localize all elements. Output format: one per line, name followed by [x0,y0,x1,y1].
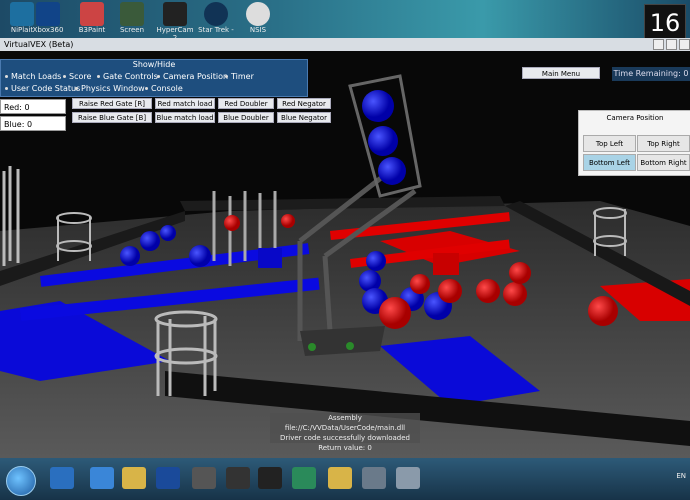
app-icon [163,2,187,26]
language-indicator[interactable]: EN [676,472,686,480]
option-label: Score [69,72,92,81]
option-label: Console [151,84,183,93]
camera-top-right-button[interactable]: Top Right [637,135,690,152]
option-label: Gate Controls [103,72,158,81]
main-menu-button[interactable]: Main Menu [522,67,600,79]
option-user-code-status[interactable]: User Code Status [5,84,80,93]
unity-icon[interactable] [258,467,282,489]
camera-position-title: Camera Position [606,114,664,122]
camera-bottom-right-button[interactable]: Bottom Right [637,154,690,171]
app-icon [246,2,270,26]
option-label: User Code Status [11,84,81,93]
desktop-clock: 16 [644,4,686,42]
red-negator-button[interactable]: Red Negator [277,98,331,109]
option-label: Match Loads [11,72,62,81]
option-label: Timer [231,72,254,81]
blue-match-load-button[interactable]: Blue match load [155,112,215,123]
desktop-icon-xbox[interactable]: Xbox360 [28,2,68,34]
start-button[interactable] [6,466,36,496]
desktop-icon-startrek[interactable]: Star Trek - [196,2,236,34]
desktop-icon-label: B3Paint [78,26,106,34]
desktop-icon-hypercam[interactable]: HyperCam 2 [155,2,195,42]
option-label: Physics Window [81,84,145,93]
desktop-icon-label: Star Trek - [198,26,234,34]
blue-score: Blue: 0 [0,116,66,131]
maxthon-icon[interactable] [90,467,114,489]
raise-red-gate-button[interactable]: Raise Red Gate [R] [72,98,152,109]
close-icon[interactable] [679,39,690,50]
desktop-icon-label: Screen [119,26,145,34]
red-match-load-button[interactable]: Red match load [155,98,215,109]
minimize-icon[interactable] [653,39,664,50]
console-line: Assembly file://C:/VVData/UserCode/main.… [284,414,406,432]
option-timer[interactable]: Timer [225,72,254,81]
option-console[interactable]: Console [145,84,183,93]
option-physics-window[interactable]: Physics Window [75,84,145,93]
desktop-icon-b3paint[interactable]: B3Paint [72,2,112,34]
app-icon[interactable] [226,467,250,489]
desktop-icon-nsis[interactable]: NSIS [238,2,278,34]
app-icon [80,2,104,26]
camera-top-left-button[interactable]: Top Left [583,135,636,152]
robot-wheel [308,343,316,351]
option-gate-controls[interactable]: Gate Controls [97,72,158,81]
option-label: Camera Position [163,72,229,81]
folder-icon[interactable] [122,467,146,489]
app-icon [36,2,60,26]
console-output: Assembly file://C:/VVData/UserCode/main.… [270,413,420,452]
virtualvex-taskbar-icon[interactable] [396,467,420,489]
window-title: VirtualVEX (Beta) [4,40,74,49]
niplait-icon[interactable] [156,467,180,489]
app-icon[interactable] [192,467,216,489]
option-camera-position[interactable]: Camera Position [157,72,228,81]
blue-negator-button[interactable]: Blue Negator [277,112,331,123]
window-titlebar[interactable]: VirtualVEX (Beta) [0,38,690,51]
raise-blue-gate-button[interactable]: Raise Blue Gate [B] [72,112,152,123]
time-remaining: Time Remaining: 0 [612,67,690,81]
console-line: Driver code successfully downloaded [279,434,410,442]
desktop-icon-label: Xbox360 [32,26,64,34]
app-icon[interactable] [292,467,316,489]
robot-wheel [346,342,354,350]
red-doubler-button[interactable]: Red Doubler [218,98,274,109]
system-tray: EN [676,472,686,480]
desktop: NiPlait Xbox360 B3Paint Screen HyperCam … [0,0,690,42]
red-score: Red: 0 [0,99,66,114]
camera-bottom-left-button[interactable]: Bottom Left [583,154,636,171]
virtualvex-window: VirtualVEX (Beta) Show/Hide Match Loads … [0,38,690,458]
console-line: Return value: 0 [318,444,372,452]
blue-doubler-button[interactable]: Blue Doubler [218,112,274,123]
app-icon[interactable] [362,467,386,489]
folder-icon[interactable] [328,467,352,489]
desktop-icon-label: NSIS [249,26,267,34]
robot-base [300,326,385,356]
option-score[interactable]: Score [63,72,91,81]
maximize-icon[interactable] [666,39,677,50]
option-match-loads[interactable]: Match Loads [5,72,61,81]
camera-position-panel: Camera Position Top Left Top Right Botto… [578,110,690,176]
app-icon [120,2,144,26]
show-hide-panel: Show/Hide Match Loads Score Gate Control… [0,59,308,97]
show-hide-title: Show/Hide [132,60,176,69]
desktop-icon-screen[interactable]: Screen [112,2,152,34]
ie-icon[interactable] [50,467,74,489]
taskbar: EN [0,458,690,500]
app-icon [204,2,228,26]
